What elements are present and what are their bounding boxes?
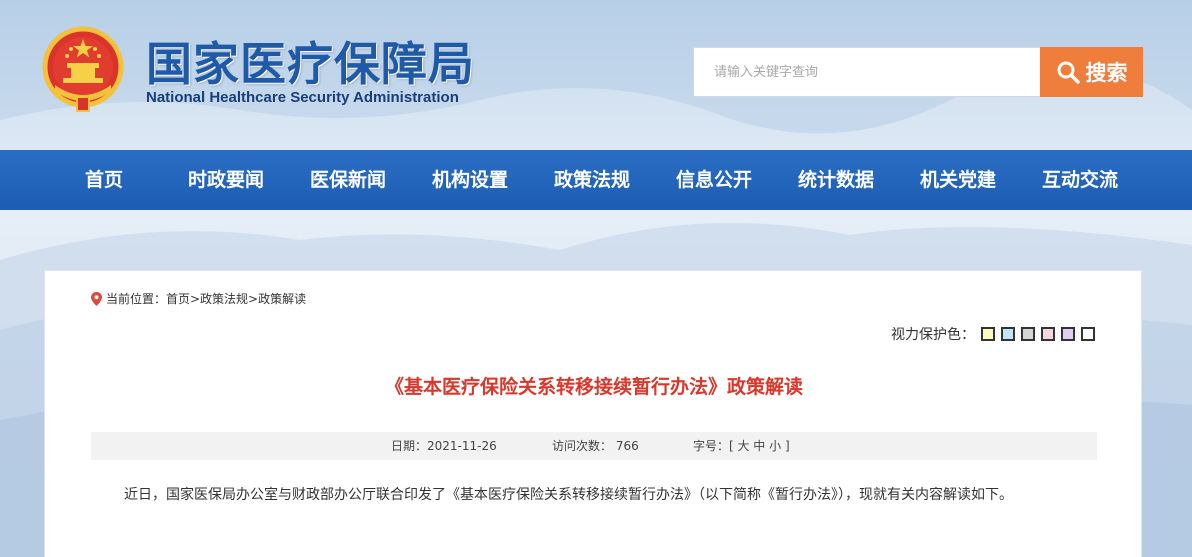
article-card: 当前位置：首页>政策法规>政策解读 视力保护色： 《基本医疗保险关系转移接续暂行… [44, 270, 1142, 557]
swatch-white[interactable] [1081, 327, 1095, 341]
national-emblem-icon[interactable] [41, 25, 125, 113]
article-meta: 日期：2021-11-26 访问次数： 766 字号：[ 大 中 小 ] [91, 432, 1097, 460]
swatch-pink[interactable] [1041, 327, 1055, 341]
swatch-yellow[interactable] [981, 327, 995, 341]
font-size-controls[interactable]: 字号：[ 大 中 小 ] [693, 432, 790, 460]
breadcrumb-text[interactable]: 当前位置：首页>政策法规>政策解读 [106, 290, 306, 307]
article-date: 日期：2021-11-26 [391, 439, 497, 453]
breadcrumb: 当前位置：首页>政策法规>政策解读 [91, 290, 306, 307]
search-icon [1057, 61, 1080, 84]
search-button[interactable]: 搜索 [1040, 47, 1143, 97]
nav-item-disclosure[interactable]: 信息公开 [664, 150, 764, 210]
nav-item-interaction[interactable]: 互动交流 [1030, 150, 1130, 210]
swatch-gray[interactable] [1021, 327, 1035, 341]
search-input[interactable] [693, 47, 1041, 97]
nav-item-politics[interactable]: 时政要闻 [176, 150, 276, 210]
nav-item-policy[interactable]: 政策法规 [542, 150, 642, 210]
nav-item-party[interactable]: 机关党建 [908, 150, 1008, 210]
site-header: 国家医疗保障局 National Healthcare Security Adm… [0, 0, 1192, 150]
location-pin-icon [91, 291, 102, 306]
article-title: 《基本医疗保险关系转移接续暂行办法》政策解读 [384, 376, 803, 398]
search-button-label: 搜索 [1085, 61, 1128, 85]
nav-item-structure[interactable]: 机构设置 [420, 150, 520, 210]
article-visits: 访问次数： 766 [552, 439, 639, 453]
article-body: 近日，国家医保局办公室与财政部办公厅联合印发了《基本医疗保险关系转移接续暂行办法… [124, 487, 1013, 503]
swatch-blue[interactable] [1001, 327, 1015, 341]
site-subtitle: National Healthcare Security Administrat… [146, 89, 459, 106]
swatch-purple[interactable] [1061, 327, 1075, 341]
vision-protection: 视力保护色： [891, 324, 1095, 344]
nav-item-statistics[interactable]: 统计数据 [786, 150, 886, 210]
vision-protection-label: 视力保护色： [891, 327, 975, 343]
nav-item-news[interactable]: 医保新闻 [298, 150, 398, 210]
nav-item-home[interactable]: 首页 [54, 150, 154, 210]
main-nav: 首页 时政要闻 医保新闻 机构设置 政策法规 信息公开 统计数据 机关党建 互动… [0, 150, 1192, 210]
site-title[interactable]: 国家医疗保障局 [146, 28, 475, 94]
